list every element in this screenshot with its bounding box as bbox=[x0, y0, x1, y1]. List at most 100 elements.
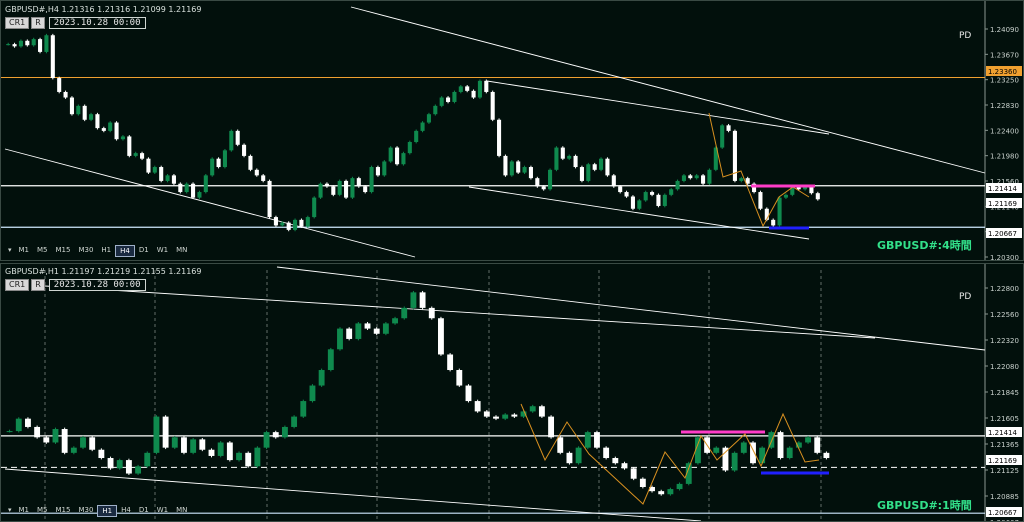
candle-body bbox=[305, 217, 310, 227]
timeframe-m15[interactable]: M15 bbox=[52, 245, 75, 257]
candle-body bbox=[267, 180, 272, 218]
candle-body bbox=[127, 136, 132, 156]
candle-body bbox=[662, 194, 667, 206]
candle-body bbox=[229, 130, 234, 151]
candle-body bbox=[447, 354, 454, 371]
cr1-button[interactable]: CR1 bbox=[5, 279, 30, 291]
price-tag-label: 1.21169 bbox=[988, 457, 1017, 465]
trend-line bbox=[350, 6, 986, 174]
timeframe-w1[interactable]: W1 bbox=[153, 245, 172, 257]
h4-timeframe-bar: ▾ M1 M5 M15 M30 H1 H4 D1 W1 MN bbox=[5, 245, 191, 257]
timeframe-h1[interactable]: H1 bbox=[97, 505, 118, 517]
candle-body bbox=[823, 452, 830, 459]
r-button[interactable]: R bbox=[31, 17, 45, 29]
candle-body bbox=[70, 447, 77, 453]
candle-body bbox=[471, 90, 476, 98]
candle-body bbox=[731, 452, 738, 471]
timeframe-mn[interactable]: MN bbox=[172, 245, 191, 257]
candle-body bbox=[639, 478, 646, 488]
candle-body bbox=[222, 150, 227, 168]
candle-body bbox=[650, 192, 655, 195]
candle-body bbox=[758, 192, 763, 209]
candle-body bbox=[363, 186, 368, 193]
candle-body bbox=[490, 91, 495, 120]
candle-body bbox=[76, 105, 81, 115]
candle-body bbox=[242, 144, 247, 156]
trend-line bbox=[486, 80, 830, 135]
r-button[interactable]: R bbox=[31, 279, 45, 291]
h1-chart-panel: 1.22800 1.22560 1.22320 1.22080 1.21845 1.216… bbox=[0, 263, 1024, 522]
candle-body bbox=[107, 458, 114, 469]
timeframe-m1[interactable]: M1 bbox=[15, 245, 34, 257]
candle-body bbox=[382, 323, 389, 334]
candle-body bbox=[43, 437, 50, 443]
candle-body bbox=[69, 97, 74, 115]
candle-body bbox=[375, 167, 380, 176]
candle-body bbox=[191, 183, 196, 198]
candle-body bbox=[681, 175, 686, 181]
candle-body bbox=[557, 437, 564, 453]
timeframe-h1[interactable]: H1 bbox=[97, 245, 115, 257]
candle-body bbox=[726, 125, 731, 131]
candle-body bbox=[528, 167, 533, 179]
candle-body bbox=[529, 406, 536, 412]
candle-body bbox=[125, 460, 132, 474]
candle-body bbox=[786, 447, 793, 459]
timeframe-m30[interactable]: M30 bbox=[74, 505, 97, 517]
timeframe-d1[interactable]: D1 bbox=[135, 245, 153, 257]
timeframe-m5[interactable]: M5 bbox=[33, 505, 52, 517]
candle-body bbox=[133, 153, 138, 156]
timeframe-d1[interactable]: D1 bbox=[135, 505, 153, 517]
cr1-button[interactable]: CR1 bbox=[5, 17, 30, 29]
candle-body bbox=[554, 147, 559, 170]
price-tick-label: 1.21845 bbox=[990, 389, 1019, 397]
candle-body bbox=[197, 192, 202, 198]
candle-body bbox=[777, 197, 782, 226]
candle-body bbox=[286, 222, 291, 230]
price-tick-label: 1.22080 bbox=[990, 363, 1019, 371]
candle-body bbox=[815, 193, 820, 200]
candle-body bbox=[281, 426, 288, 438]
price-tick-label: 1.21980 bbox=[990, 153, 1019, 161]
candle-body bbox=[346, 328, 353, 339]
candle-body bbox=[31, 39, 36, 46]
candle-body bbox=[373, 328, 380, 334]
candle-body bbox=[216, 158, 221, 168]
timeframe-h4[interactable]: H4 bbox=[115, 245, 135, 257]
price-tick-label: 1.23670 bbox=[990, 51, 1019, 59]
timeframe-menu-icon[interactable]: ▾ bbox=[5, 245, 15, 257]
candle-body bbox=[331, 186, 336, 195]
timeframe-m15[interactable]: M15 bbox=[52, 505, 75, 517]
timeframe-m30[interactable]: M30 bbox=[74, 245, 97, 257]
h1-toolbar: CR1 R 2023.10.28 00:00 bbox=[5, 279, 146, 291]
candle-body bbox=[548, 416, 555, 438]
candle-body bbox=[497, 119, 502, 156]
candle-body bbox=[101, 128, 106, 131]
candle-body bbox=[516, 161, 521, 173]
timeframe-mn[interactable]: MN bbox=[172, 505, 191, 517]
candle-body bbox=[162, 416, 169, 448]
candle-body bbox=[592, 164, 597, 170]
timeframe-m5[interactable]: M5 bbox=[33, 245, 52, 257]
candle-body bbox=[658, 491, 665, 495]
candle-body bbox=[575, 447, 582, 464]
timeframe-w1[interactable]: W1 bbox=[153, 505, 172, 517]
candle-body bbox=[146, 158, 151, 173]
candle-body bbox=[293, 219, 298, 230]
candle-body bbox=[114, 122, 119, 140]
candle-body bbox=[356, 178, 361, 187]
price-tick-label: 1.21365 bbox=[990, 441, 1019, 449]
candle-body bbox=[579, 167, 584, 181]
candle-body bbox=[656, 194, 661, 206]
candle-body bbox=[144, 452, 151, 467]
candle-body bbox=[57, 78, 62, 92]
timeframe-m1[interactable]: M1 bbox=[15, 505, 34, 517]
candle-body bbox=[254, 447, 261, 467]
candle-body bbox=[675, 180, 680, 190]
candle-body bbox=[522, 167, 527, 173]
h1-pd-label: PD bbox=[959, 292, 972, 302]
candle-body bbox=[584, 432, 591, 448]
timeframe-h4[interactable]: H4 bbox=[117, 505, 135, 517]
timeframe-menu-icon[interactable]: ▾ bbox=[5, 505, 15, 517]
candle-body bbox=[560, 147, 565, 159]
